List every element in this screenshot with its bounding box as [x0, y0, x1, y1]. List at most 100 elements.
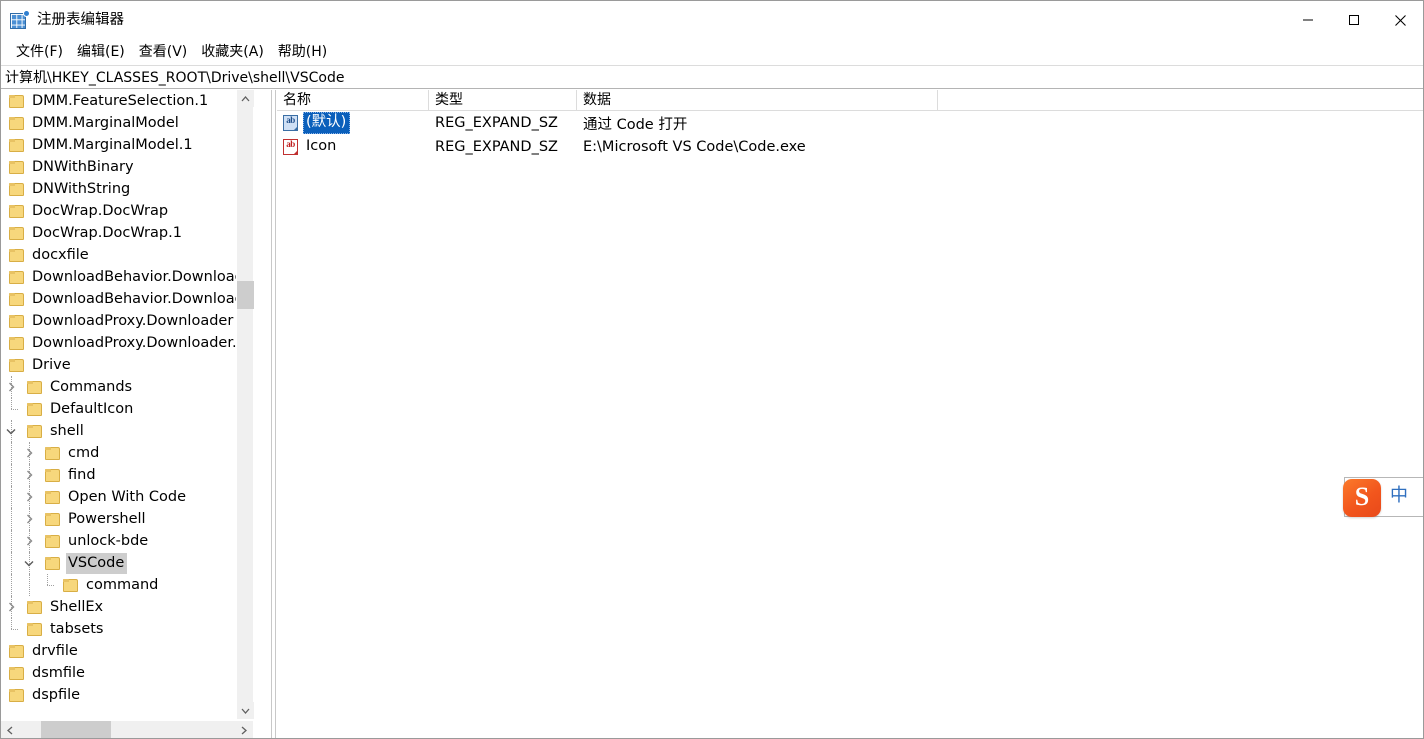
chevron-right-icon[interactable] — [3, 376, 19, 398]
tree-item-downloadproxy-downloader[interactable]: DownloadProxy.Downloader — [1, 310, 253, 332]
address-bar[interactable]: 计算机\HKEY_CLASSES_ROOT\Drive\shell\VSCode — [1, 65, 1423, 89]
registry-editor-window: 注册表编辑器 文件(F) 编辑(E) 查看(V) 收藏夹(A) 帮助(H) 计算… — [0, 0, 1424, 739]
tree-item-vscode[interactable]: VSCode — [1, 552, 253, 574]
chevron-right-icon[interactable] — [21, 464, 37, 486]
scroll-up-arrow[interactable] — [237, 90, 254, 107]
folder-icon — [45, 490, 60, 504]
close-button[interactable] — [1377, 1, 1423, 39]
tree-item-label: DocWrap.DocWrap.1 — [32, 224, 182, 241]
menu-bar: 文件(F) 编辑(E) 查看(V) 收藏夹(A) 帮助(H) — [1, 39, 1423, 64]
tree-item-drive[interactable]: Drive — [1, 354, 253, 376]
tree-item-label: Open With Code — [68, 488, 186, 505]
chevron-down-icon[interactable] — [21, 552, 37, 574]
value-row[interactable]: ab Icon REG_EXPAND_SZ E:\Microsoft VS Code\… — [277, 135, 1423, 159]
folder-icon — [9, 160, 24, 174]
tree-item-find[interactable]: find — [1, 464, 253, 486]
tree-item-content: Commands — [27, 376, 135, 398]
folder-icon — [27, 600, 42, 614]
tree-item-content: Powershell — [45, 508, 149, 530]
scroll-left-arrow[interactable] — [1, 721, 19, 738]
tree-item-downloadbehavior-downloadb[interactable]: DownloadBehavior.DownloadB — [1, 288, 253, 310]
maximize-button[interactable] — [1331, 1, 1377, 39]
value-name-cell: ab (默认) — [283, 111, 351, 135]
tree-item-docxfile[interactable]: docxfile — [1, 244, 253, 266]
column-header-name[interactable]: 名称 — [277, 90, 429, 111]
column-header-type[interactable]: 类型 — [429, 90, 577, 111]
tree-item-commands[interactable]: Commands — [1, 376, 253, 398]
chevron-down-icon[interactable] — [3, 420, 19, 442]
folder-icon — [9, 204, 24, 218]
chevron-right-icon[interactable] — [21, 508, 37, 530]
tree-item-dnwithstring[interactable]: DNWithString — [1, 178, 253, 200]
tree-item-label: dsmfile — [32, 664, 85, 681]
tree-item-command[interactable]: command — [1, 574, 253, 596]
scroll-down-arrow[interactable] — [237, 702, 254, 719]
menu-edit[interactable]: 编辑(E) — [70, 39, 132, 64]
tree-item-downloadproxy-downloader-1[interactable]: DownloadProxy.Downloader.1 — [1, 332, 253, 354]
tree-item-shellex[interactable]: ShellEx — [1, 596, 253, 618]
tree-item-unlock-bde[interactable]: unlock-bde — [1, 530, 253, 552]
tree-item-cmd[interactable]: cmd — [1, 442, 253, 464]
tree-item-tabsets[interactable]: tabsets — [1, 618, 253, 640]
tree-horizontal-scroll-thumb[interactable] — [41, 721, 111, 738]
main-panes: DMM.FeatureSelection.1 DMM.MarginalModel D… — [1, 90, 1423, 738]
column-header-data[interactable]: 数据 — [577, 90, 938, 111]
folder-icon — [27, 380, 42, 394]
tree-item-dmm-marginalmodel[interactable]: DMM.MarginalModel — [1, 112, 253, 134]
tree-item-content: drvfile — [9, 640, 81, 662]
tree-item-content: cmd — [45, 442, 102, 464]
maximize-icon — [1349, 15, 1359, 25]
menu-help[interactable]: 帮助(H) — [271, 39, 334, 64]
folder-icon — [9, 94, 24, 108]
menu-view[interactable]: 查看(V) — [132, 39, 195, 64]
sogou-logo-icon[interactable]: S — [1343, 479, 1381, 517]
menu-file[interactable]: 文件(F) — [9, 39, 70, 64]
menu-favorites[interactable]: 收藏夹(A) — [194, 39, 271, 64]
tree-item-dmm-marginalmodel-1[interactable]: DMM.MarginalModel.1 — [1, 134, 253, 156]
tree-vertical-scrollbar[interactable] — [236, 90, 254, 719]
tree-item-label: Drive — [32, 356, 71, 373]
chevron-right-icon[interactable] — [21, 486, 37, 508]
value-name: (默认) — [303, 112, 351, 134]
chevron-right-icon[interactable] — [3, 596, 19, 618]
scroll-right-arrow[interactable] — [235, 721, 253, 738]
tree-guide-line — [39, 574, 55, 596]
ime-floating-bar[interactable]: S 中 — [1343, 477, 1423, 517]
sogou-logo-letter: S — [1354, 482, 1370, 511]
pane-splitter[interactable] — [271, 90, 276, 738]
tree-horizontal-scrollbar[interactable] — [1, 720, 253, 738]
tree-item-defaulticon[interactable]: DefaultIcon — [1, 398, 253, 420]
folder-icon — [9, 666, 24, 680]
tree-item-drvfile[interactable]: drvfile — [1, 640, 253, 662]
tree-item-content: find — [45, 464, 99, 486]
tree-item-docwrap-docwrap-1[interactable]: DocWrap.DocWrap.1 — [1, 222, 253, 244]
folder-icon — [45, 512, 60, 526]
minimize-button[interactable] — [1285, 1, 1331, 39]
tree-item-shell[interactable]: shell — [1, 420, 253, 442]
tree-item-dmm-featureselection-1[interactable]: DMM.FeatureSelection.1 — [1, 90, 253, 112]
chevron-right-icon[interactable] — [21, 442, 37, 464]
tree-item-content: tabsets — [27, 618, 107, 640]
ime-mode-indicator[interactable]: 中 — [1390, 487, 1408, 505]
value-row[interactable]: ab (默认) REG_EXPAND_SZ 通过 Code 打开 — [277, 111, 1423, 135]
tree-item-label: shell — [50, 422, 84, 439]
title-bar-left: 注册表编辑器 — [1, 9, 124, 30]
tree-item-dnwithbinary[interactable]: DNWithBinary — [1, 156, 253, 178]
folder-icon — [9, 644, 24, 658]
tree-item-open-with-code[interactable]: Open With Code — [1, 486, 253, 508]
tree-item-docwrap-docwrap[interactable]: DocWrap.DocWrap — [1, 200, 253, 222]
folder-icon — [9, 358, 24, 372]
registry-tree[interactable]: DMM.FeatureSelection.1 DMM.MarginalModel D… — [1, 90, 253, 719]
tree-item-dspfile[interactable]: dspfile — [1, 684, 253, 706]
tree-item-dsmfile[interactable]: dsmfile — [1, 662, 253, 684]
tree-item-content: DefaultIcon — [27, 398, 136, 420]
tree-item-label: DownloadProxy.Downloader.1 — [32, 334, 246, 351]
folder-icon — [9, 292, 24, 306]
value-data-cell: E:\Microsoft VS Code\Code.exe — [583, 139, 806, 155]
value-list[interactable]: ab (默认) REG_EXPAND_SZ 通过 Code 打开 ab Icon REG_E… — [277, 111, 1423, 159]
chevron-right-icon[interactable] — [21, 530, 37, 552]
tree-item-content: DNWithString — [9, 178, 133, 200]
tree-item-downloadbehavior-downloadb[interactable]: DownloadBehavior.DownloadB — [1, 266, 253, 288]
tree-vertical-scroll-thumb[interactable] — [237, 281, 254, 309]
tree-item-powershell[interactable]: Powershell — [1, 508, 253, 530]
